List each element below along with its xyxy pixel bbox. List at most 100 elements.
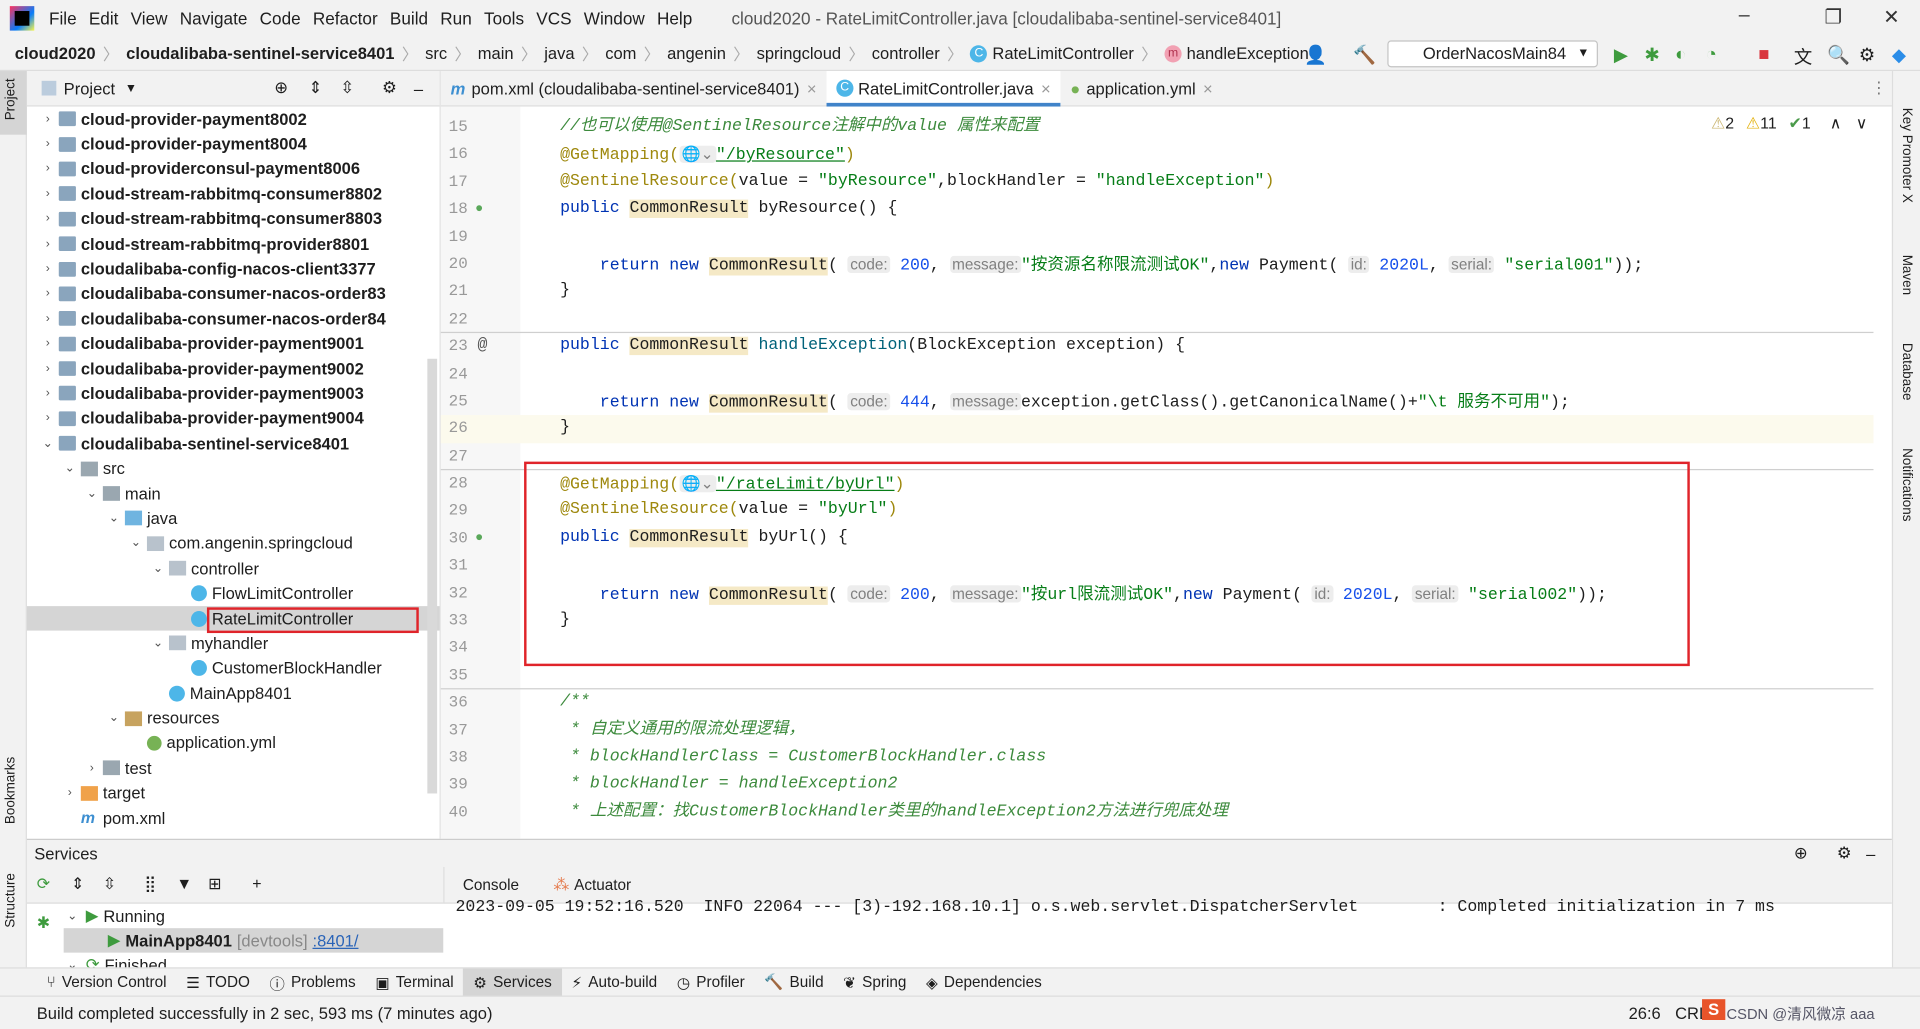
code-line[interactable]: 36 /** (441, 690, 1874, 717)
tree-item[interactable]: › cloudalibaba-provider-payment9003 (27, 381, 440, 406)
maximize-button[interactable]: ❐ (1824, 5, 1842, 29)
tree-item[interactable]: › cloud-stream-rabbitmq-consumer8803 (27, 206, 440, 231)
build-hammer-icon[interactable]: 🔨 (1353, 44, 1376, 66)
code-line[interactable]: 17 @SentinelResource(value = "byResource… (441, 169, 1874, 196)
menu-refactor[interactable]: Refactor (313, 9, 378, 29)
tree-item[interactable]: › cloudalibaba-provider-payment9004 (27, 406, 440, 431)
previous-highlight-icon[interactable]: ∧ (1830, 114, 1842, 132)
collapse-all-icon[interactable]: ⇳ (103, 874, 116, 894)
tree-item[interactable]: ⌄ main (27, 481, 440, 506)
coverage-icon[interactable]: ◐ (1675, 44, 1686, 65)
tab-actuator[interactable]: Actuator (574, 876, 631, 893)
more-tabs-icon[interactable]: ⋮ (1871, 78, 1887, 98)
translate-icon[interactable]: 文 (1794, 44, 1812, 70)
tree-item[interactable]: › cloud-providerconsul-payment8006 (27, 156, 440, 181)
target-icon[interactable]: ⊕ (1794, 844, 1808, 864)
tree-item[interactable]: m pom.xml (27, 806, 440, 831)
tree-item[interactable]: ⌄ java (27, 506, 440, 531)
tree-item[interactable]: ⌄ controller (27, 556, 440, 581)
notifications-tool-button[interactable]: Notifications (1899, 448, 1914, 521)
tree-item[interactable]: ⌄ resources (27, 706, 440, 731)
code-line[interactable]: 37 * 自定义通用的限流处理逻辑， (441, 717, 1874, 744)
tree-item[interactable]: ⌄ cloudalibaba-sentinel-service8401 (27, 431, 440, 456)
gear-icon[interactable]: ⚙ (1837, 844, 1852, 864)
tool-tab-build[interactable]: 🔨 Build (755, 968, 834, 996)
breadcrumb-item[interactable]: cloudalibaba-sentinel-service8401 (126, 44, 394, 62)
code-line[interactable]: 20 return new CommonResult( code: 200, m… (441, 251, 1874, 278)
tool-tab-spring[interactable]: ❦ Spring (833, 968, 916, 996)
tree-item[interactable]: › cloud-stream-rabbitmq-consumer8802 (27, 181, 440, 206)
tree-item[interactable]: application.yml (27, 731, 440, 756)
project-panel-title[interactable]: Project (64, 79, 115, 97)
tree-item[interactable]: ⌄ com.angenin.springcloud (27, 531, 440, 556)
tool-tab-version-control[interactable]: ⑂ Version Control (37, 968, 177, 996)
menu-navigate[interactable]: Navigate (180, 9, 248, 29)
stop-icon[interactable]: ■ (1758, 44, 1769, 65)
tab-console[interactable]: Console (463, 876, 519, 893)
close-button[interactable]: ✕ (1883, 5, 1899, 29)
menu-vcs[interactable]: VCS (536, 9, 571, 29)
code-line[interactable]: 23 public CommonResult handleException(B… (441, 333, 1874, 360)
tree-item[interactable]: ⌄ src (27, 456, 440, 481)
spring-bean-icon[interactable]: ● (475, 525, 483, 552)
code-line[interactable]: 26 } (440, 415, 1874, 443)
gear-icon[interactable]: ⚙ (1859, 44, 1875, 66)
tool-tab-dependencies[interactable]: ◈ Dependencies (916, 968, 1051, 996)
inspection-widget[interactable]: ⚠2 ⚠11 ✔1 ∧ ∨ (1711, 114, 1867, 134)
code-line[interactable]: 16 @GetMapping(🌐⌄ "/byResource") (441, 141, 1874, 168)
debug-service-icon[interactable]: ✱ (37, 913, 50, 933)
menu-view[interactable]: View (131, 9, 168, 29)
spring-bean-icon[interactable]: ● (475, 196, 483, 223)
maven-tool-button[interactable]: Maven (1899, 255, 1914, 295)
collapse-all-icon[interactable]: ⇳ (340, 78, 354, 98)
tool-tab-profiler[interactable]: ◷ Profiler (667, 968, 755, 996)
tree-item[interactable]: › cloud-stream-rabbitmq-provider8801 (27, 231, 440, 256)
tree-item[interactable]: › cloud-provider-payment8002 (27, 107, 440, 132)
console-output[interactable]: 2023-09-05 19:52:16.520 INFO 22064 --- [… (456, 899, 1775, 917)
tool-tab-services[interactable]: ⚙ Services (463, 967, 562, 997)
run-config-select[interactable]: OrderNacosMain84 ▼ (1387, 40, 1598, 68)
code-line[interactable]: 22 (440, 306, 1874, 334)
code-line[interactable]: 35 (440, 662, 1874, 690)
hide-icon[interactable]: – (414, 79, 423, 97)
run-icon[interactable]: ▶ (1614, 44, 1628, 66)
locate-icon[interactable]: ⊕ (274, 78, 288, 98)
tree-item[interactable]: › cloudalibaba-consumer-nacos-order83 (27, 281, 440, 306)
new-tab-icon[interactable]: ⊞ (208, 874, 221, 894)
breadcrumb-item[interactable]: com (605, 44, 636, 62)
editor-tab[interactable]: m pom.xml (cloudalibaba-sentinel-service8… (441, 71, 826, 105)
toolbox-icon[interactable]: ◆ (1892, 44, 1906, 66)
tool-tab-todo[interactable]: ☰ TODO (176, 968, 259, 996)
menu-window[interactable]: Window (584, 9, 645, 29)
add-service-icon[interactable]: + (252, 874, 261, 892)
filter-icon[interactable]: ▼ (176, 874, 192, 892)
breadcrumb-item[interactable]: main (478, 44, 514, 62)
bookmarks-tool-button[interactable]: Bookmarks (4, 757, 19, 824)
breadcrumb-item[interactable]: controller (872, 44, 940, 62)
tree-item[interactable]: › target (27, 781, 440, 806)
tree-item[interactable]: › cloudalibaba-consumer-nacos-order84 (27, 306, 440, 331)
expand-all-icon[interactable]: ⇕ (71, 874, 84, 894)
tool-tab-terminal[interactable]: ▣ Terminal (365, 968, 463, 996)
menu-build[interactable]: Build (390, 9, 428, 29)
tree-item[interactable]: CustomerBlockHandler (27, 656, 440, 681)
chevron-down-icon[interactable]: ▼ (125, 81, 137, 94)
next-highlight-icon[interactable]: ∨ (1856, 114, 1868, 132)
tree-item[interactable]: › cloudalibaba-config-nacos-client3377 (27, 256, 440, 281)
code-line[interactable]: 18 public CommonResult byResource() {● (441, 196, 1874, 223)
minimize-button[interactable]: – (1739, 5, 1750, 27)
menu-help[interactable]: Help (657, 9, 692, 29)
scrollbar[interactable] (427, 358, 438, 794)
key-promoter-tool-button[interactable]: Key Promoter X (1899, 108, 1914, 203)
breadcrumb-item[interactable]: cloud2020 (15, 44, 96, 62)
editor-tab[interactable]: C RateLimitController.java × (826, 71, 1061, 107)
tree-item[interactable]: FlowLimitController (27, 581, 440, 606)
close-tab-icon[interactable]: × (1203, 79, 1213, 97)
tree-item[interactable]: › test (27, 756, 440, 781)
code-line[interactable]: 25 return new CommonResult( code: 444, m… (441, 388, 1874, 415)
tree-item[interactable]: › cloudalibaba-provider-payment9002 (27, 356, 440, 381)
code-line[interactable]: 15 //也可以使用@SentinelResource注解中的value 属性来… (441, 114, 1874, 141)
tool-tab-problems[interactable]: ⓘ Problems (260, 968, 366, 996)
group-icon[interactable]: ⣿ (144, 874, 156, 894)
caret-position[interactable]: 26:6 (1629, 1003, 1661, 1021)
